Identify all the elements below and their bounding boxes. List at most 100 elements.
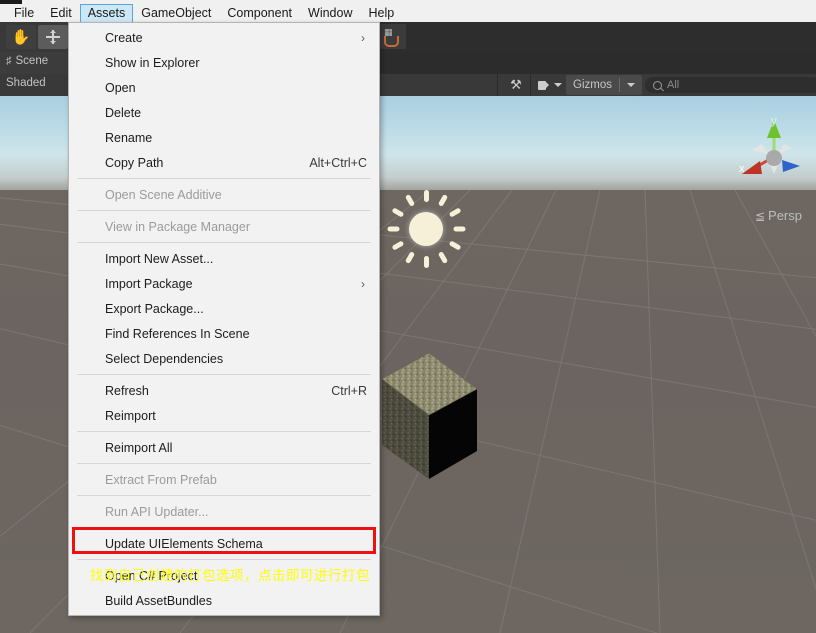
sun-ray	[453, 226, 466, 232]
menu-item-label: Open	[105, 80, 136, 95]
menu-item-label: Import Package	[105, 276, 193, 291]
menu-item-label: Delete	[105, 105, 142, 120]
sun-ray	[391, 207, 405, 218]
projection-label-text: Persp	[768, 208, 802, 223]
magnet-icon	[384, 36, 399, 47]
chevron-down-icon	[554, 83, 562, 87]
menu-item-label: Reimport All	[105, 440, 173, 455]
menu-item-label: Rename	[105, 130, 153, 145]
menu-item-delete[interactable]: Delete	[69, 100, 379, 125]
menu-item-refresh[interactable]: Refresh Ctrl+R	[69, 378, 379, 403]
toolbar-separator-1	[497, 74, 498, 96]
tab-scene[interactable]: ♯ Scene	[6, 55, 48, 67]
menu-separator	[77, 374, 371, 375]
menu-item-show-in-explorer[interactable]: Show in Explorer	[69, 50, 379, 75]
tab-scene-label: Scene	[15, 55, 49, 67]
grid-icon: ▦	[384, 27, 392, 37]
sun-ray	[448, 240, 462, 251]
menu-item-open-scene-additive: Open Scene Additive	[69, 182, 379, 207]
shading-mode-dropdown[interactable]: Shaded	[6, 77, 46, 89]
svg-text:y: y	[771, 115, 777, 127]
menu-separator	[77, 242, 371, 243]
menu-item-label: Refresh	[105, 383, 149, 398]
grid-snap-button[interactable]: ▦	[376, 24, 406, 49]
menu-item-label: Export Package...	[105, 301, 204, 316]
menu-item-label: Extract From Prefab	[105, 472, 217, 487]
menu-item-update-uielements-schema[interactable]: Update UIElements Schema	[69, 531, 379, 556]
menu-item-label: Update UIElements Schema	[105, 536, 263, 551]
menu-item-label: Run API Updater...	[105, 504, 209, 519]
annotation-text: 找到自己创建的打包选项，点击即可进行打包	[90, 568, 370, 584]
menu-item-label: Copy Path	[105, 155, 164, 170]
menu-separator	[77, 431, 371, 432]
menu-item-select-dependencies[interactable]: Select Dependencies	[69, 346, 379, 371]
menu-item-find-references-in-scene[interactable]: Find References In Scene	[69, 321, 379, 346]
move-icon	[45, 29, 61, 45]
camera-icon	[538, 80, 550, 90]
move-tool-button[interactable]	[38, 25, 68, 49]
menu-edit[interactable]: Edit	[42, 4, 80, 23]
search-icon	[653, 80, 662, 90]
sun-ray	[404, 193, 416, 207]
menu-item-label: Build AssetBundles	[105, 593, 213, 608]
menu-item-copy-path[interactable]: Copy Path Alt+Ctrl+C	[69, 150, 379, 175]
menu-item-reimport[interactable]: Reimport	[69, 403, 379, 428]
menu-separator	[77, 178, 371, 179]
scene-search-input[interactable]: All	[645, 77, 816, 93]
hand-icon: ✋	[11, 28, 31, 46]
menu-assets[interactable]: Assets	[79, 3, 134, 23]
scene-view-tools-button[interactable]: ⚒	[503, 75, 529, 95]
menu-item-rename[interactable]: Rename	[69, 125, 379, 150]
sun-ray	[437, 251, 449, 265]
projection-mode-label[interactable]: ≦ Persp	[755, 208, 802, 223]
sun-ray	[448, 207, 462, 218]
toolbar-separator-2	[530, 74, 531, 96]
menu-item-shortcut: Ctrl+R	[331, 383, 367, 398]
gizmos-label: Gizmos	[573, 79, 612, 91]
toolbar-right-group: ▦	[372, 22, 816, 52]
menu-window[interactable]: Window	[300, 4, 360, 23]
submenu-chevron-right-icon: ›	[361, 276, 365, 291]
scene-camera-button[interactable]	[535, 75, 565, 95]
menu-item-extract-from-prefab: Extract From Prefab	[69, 467, 379, 492]
scene-grid-icon: ♯	[6, 55, 12, 67]
menu-file[interactable]: File	[6, 4, 42, 23]
menu-item-import-new-asset[interactable]: Import New Asset...	[69, 246, 379, 271]
sun-ray	[424, 256, 429, 268]
directional-light-gizmo[interactable]	[385, 188, 467, 270]
menu-item-label: Import New Asset...	[105, 251, 214, 266]
menu-item-label: Reimport	[105, 408, 156, 423]
menu-item-label: Find References In Scene	[105, 326, 250, 341]
unity-editor-window: File Edit Assets GameObject Component Wi…	[0, 0, 816, 633]
gizmos-dropdown[interactable]: Gizmos	[566, 75, 642, 95]
menu-item-label: Create	[105, 30, 143, 45]
menu-separator	[77, 463, 371, 464]
menu-separator	[77, 495, 371, 496]
menu-item-build-assetbundles[interactable]: Build AssetBundles	[69, 588, 379, 613]
scene-orientation-gizmo[interactable]: y x	[730, 114, 808, 192]
menu-item-label: Open Scene Additive	[105, 187, 222, 202]
gizmos-chevron-down-icon	[626, 83, 635, 87]
gizmo-x-label: x	[739, 163, 745, 175]
menu-item-shortcut: Alt+Ctrl+C	[309, 155, 367, 170]
toolbar-tools-group: ✋	[0, 22, 70, 52]
menu-item-label: Show in Explorer	[105, 55, 200, 70]
hand-tool-button[interactable]: ✋	[6, 25, 36, 49]
menu-item-import-package[interactable]: Import Package ›	[69, 271, 379, 296]
menu-item-run-api-updater: Run API Updater...	[69, 499, 379, 524]
menu-help[interactable]: Help	[360, 4, 402, 23]
menu-item-view-in-package-manager: View in Package Manager	[69, 214, 379, 239]
search-placeholder: All	[667, 79, 680, 91]
menu-separator	[77, 527, 371, 528]
cube-object[interactable]	[377, 341, 481, 481]
menu-gameobject[interactable]: GameObject	[133, 4, 219, 23]
menu-component[interactable]: Component	[219, 4, 300, 23]
menu-item-create[interactable]: Create ›	[69, 25, 379, 50]
menu-item-open[interactable]: Open	[69, 75, 379, 100]
menu-item-reimport-all[interactable]: Reimport All	[69, 435, 379, 460]
tools-icon: ⚒	[510, 77, 522, 92]
menu-item-export-package[interactable]: Export Package...	[69, 296, 379, 321]
sun-ray	[404, 251, 416, 265]
menu-separator	[77, 210, 371, 211]
projection-chevron-icon: ≦	[754, 208, 766, 223]
